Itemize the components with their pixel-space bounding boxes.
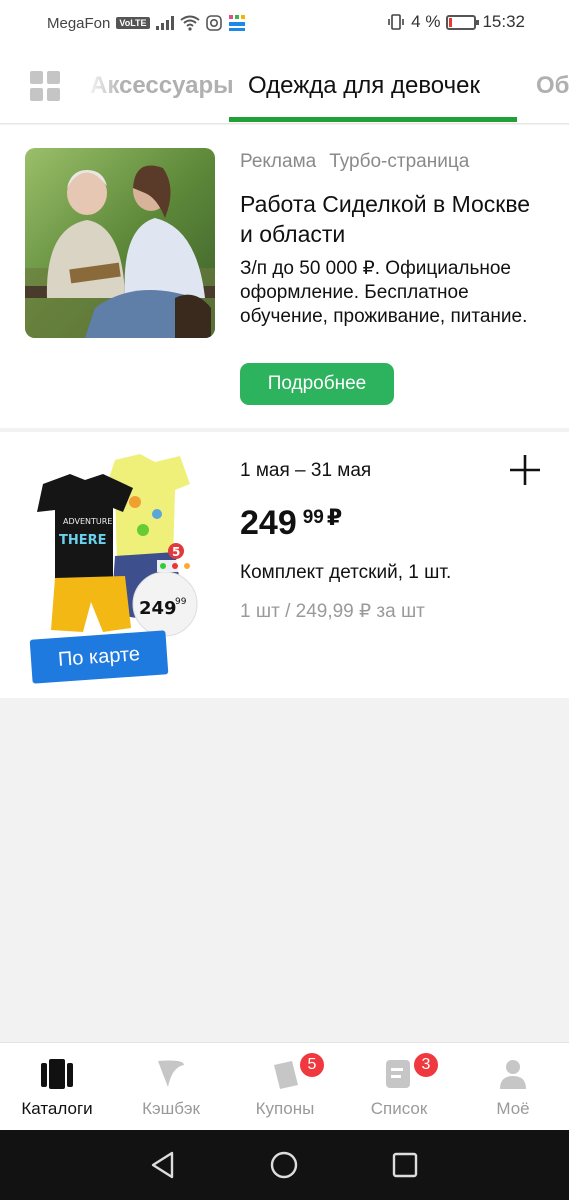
volte-badge: VoLTE [116,17,150,29]
nav-coupons[interactable]: 5 Купоны [228,1043,342,1131]
wifi-icon [179,15,200,31]
carrier-name: MegaFon [47,14,111,32]
list-badge: 3 [412,1051,440,1079]
home-icon[interactable] [269,1150,299,1180]
unit-price: 1 шт / 249,99 ₽ за шт [240,601,425,622]
product-image[interactable]: ADVENTURE THERE 249 99 5 По карте [15,452,215,684]
nav-label: Список [370,1099,428,1118]
price-fraction: 99 [302,507,324,528]
svg-text:THERE: THERE [59,533,107,548]
ad-card[interactable]: Реклама Турбо-страница Работа Сиделкой в… [0,125,569,428]
detmir-app-icon [228,15,245,31]
price-whole: 249 [240,504,297,542]
status-bar: MegaFon VoLTE 4 % 15:32 [0,0,569,48]
nav-label: Кэшбэк [142,1099,200,1118]
cashback-icon [158,1060,184,1087]
bottom-nav: Каталоги Кэшбэк 5 Купоны 3 Список Моё [0,1042,569,1130]
category-tabs: Аксессуары Одежда для девочек Обувь [0,48,569,124]
add-to-list-icon[interactable] [507,452,543,488]
product-card[interactable]: ADVENTURE THERE 249 99 5 По карте 1 мая … [0,432,569,698]
ad-label: Реклама [240,151,317,172]
product-name: Комплект детский, 1 шт. [240,562,452,583]
ad-description: З/п до 50 000 ₽. Официальное оформление.… [240,258,528,327]
sticker-price: 249 [139,598,177,619]
active-tab-indicator [229,117,517,122]
coupons-badge: 5 [298,1051,326,1079]
vibrate-icon [388,14,404,30]
sticker-brand: 5 [172,545,180,559]
profile-icon [500,1060,526,1089]
nav-profile[interactable]: Моё [456,1043,569,1131]
coupons-icon [274,1061,298,1089]
nav-label: Купоны [255,1099,315,1118]
ad-source: Турбо-страница [329,151,470,172]
catalogs-icon [41,1059,73,1089]
tab-shoes[interactable]: Обувь [536,72,569,100]
ad-title[interactable]: Работа Сиделкой в Москве и области [240,189,540,249]
nav-cashback[interactable]: Кэшбэк [114,1043,228,1131]
promo-badge: По карте [29,630,169,684]
status-right: 4 % 15:32 [387,12,525,32]
nav-label: Моё [496,1099,530,1118]
product-price: 249 99 ₽ [240,502,342,544]
instagram-icon [205,15,222,31]
sticker-fraction: 99 [175,597,187,607]
ad-details-button[interactable]: Подробнее [240,363,394,405]
nav-list[interactable]: 3 Список [342,1043,456,1131]
battery-percent: 4 % [411,12,441,31]
tab-girls-clothing[interactable]: Одежда для девочек [248,72,480,100]
nav-label: Каталоги [21,1099,93,1118]
recents-icon[interactable] [390,1150,420,1180]
system-nav-bar [0,1130,569,1200]
grid-menu-icon[interactable] [30,71,60,101]
svg-text:ADVENTURE: ADVENTURE [63,517,112,526]
ad-image[interactable] [25,148,215,338]
ad-meta: Реклама Турбо-страница [240,151,469,173]
nav-catalogs[interactable]: Каталоги [0,1043,114,1131]
battery-icon [446,14,480,30]
signal-icon [155,16,174,30]
promo-dates: 1 мая – 31 мая [240,460,372,481]
clock: 15:32 [482,12,525,31]
status-left: MegaFon VoLTE [47,14,246,32]
list-icon [386,1060,410,1088]
back-icon[interactable] [148,1150,178,1180]
price-currency: ₽ [326,505,343,530]
